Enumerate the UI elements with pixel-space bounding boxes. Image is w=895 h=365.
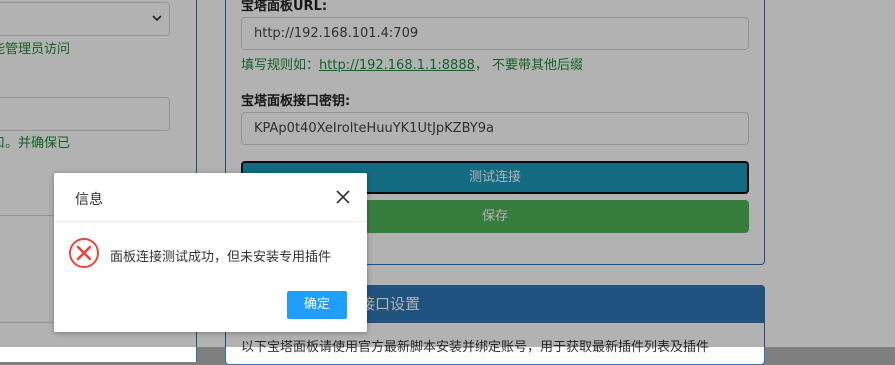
dialog-header: 信息 bbox=[54, 173, 367, 222]
dialog-title: 信息 bbox=[75, 192, 103, 208]
error-circle-icon bbox=[69, 238, 99, 268]
dialog-message: 面板连接测试成功，但未安装专用插件 bbox=[110, 250, 332, 265]
info-dialog: 信息 面板连接测试成功，但未安装专用插件 确定 bbox=[54, 173, 367, 332]
ok-button[interactable]: 确定 bbox=[287, 291, 347, 319]
close-icon[interactable] bbox=[334, 188, 352, 206]
